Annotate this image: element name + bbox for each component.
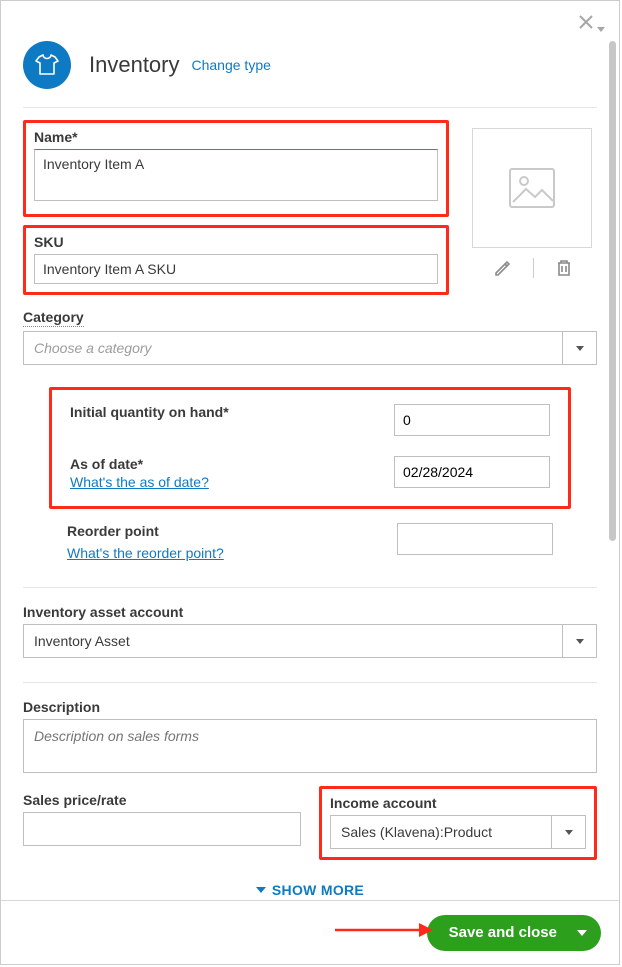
income-account-value: Sales (Klavena):Product	[330, 815, 552, 849]
chevron-down-icon	[563, 624, 597, 658]
annotation-arrow	[333, 918, 433, 942]
income-account-label: Income account	[330, 795, 586, 811]
description-label: Description	[23, 699, 597, 715]
name-label: Name*	[34, 129, 438, 145]
category-label: Category	[23, 309, 597, 327]
chevron-down-icon	[577, 930, 587, 936]
panel-footer: Save and close	[1, 900, 619, 964]
show-more-link[interactable]: SHOW MORE	[23, 882, 597, 898]
save-button-label: Save and close	[449, 924, 557, 941]
delete-image-icon[interactable]	[556, 259, 572, 277]
description-input[interactable]	[23, 719, 597, 773]
asset-account-value: Inventory Asset	[23, 624, 563, 658]
inventory-item-panel: Inventory Change type Name* Inventory It…	[0, 0, 620, 965]
as-of-date-input[interactable]	[394, 456, 550, 488]
panel-title: Inventory	[89, 52, 180, 78]
edit-image-icon[interactable]	[493, 259, 511, 277]
reorder-help-link[interactable]: What's the reorder point?	[67, 545, 224, 561]
sales-price-label: Sales price/rate	[23, 792, 301, 808]
image-actions-divider	[533, 258, 534, 278]
name-input[interactable]: Inventory Item A	[34, 149, 438, 201]
category-select-value: Choose a category	[23, 331, 563, 365]
reorder-input[interactable]	[397, 523, 553, 555]
tshirt-icon	[34, 52, 60, 78]
initial-qty-label: Initial quantity on hand*	[70, 404, 229, 420]
as-of-date-label: As of date*	[70, 456, 209, 472]
chevron-down-icon	[552, 815, 586, 849]
inventory-type-icon	[23, 41, 71, 89]
initial-qty-input[interactable]	[394, 404, 550, 436]
sales-price-input[interactable]	[23, 812, 301, 846]
chevron-down-icon	[563, 331, 597, 365]
reorder-label: Reorder point	[67, 523, 224, 539]
sku-label: SKU	[34, 234, 438, 250]
change-type-link[interactable]: Change type	[192, 57, 271, 73]
sku-field-highlight: SKU	[23, 225, 449, 295]
category-select[interactable]: Choose a category	[23, 331, 597, 365]
income-account-select[interactable]: Sales (Klavena):Product	[330, 815, 586, 849]
as-of-date-help-link[interactable]: What's the as of date?	[70, 474, 209, 490]
image-placeholder-icon	[509, 168, 555, 208]
image-placeholder[interactable]	[472, 128, 592, 248]
divider	[23, 107, 597, 108]
divider	[23, 682, 597, 683]
divider	[23, 587, 597, 588]
sku-input[interactable]	[34, 254, 438, 284]
asset-account-select[interactable]: Inventory Asset	[23, 624, 597, 658]
show-more-label: SHOW MORE	[272, 882, 364, 898]
image-upload-area	[467, 128, 597, 278]
income-account-highlight: Income account Sales (Klavena):Product	[319, 786, 597, 860]
save-and-close-button[interactable]: Save and close	[427, 915, 601, 951]
name-field-highlight: Name* Inventory Item A	[23, 120, 449, 217]
asset-account-label: Inventory asset account	[23, 604, 597, 620]
panel-header: Inventory Change type	[23, 21, 597, 89]
inventory-quantity-highlight: Initial quantity on hand* As of date* Wh…	[49, 387, 571, 509]
